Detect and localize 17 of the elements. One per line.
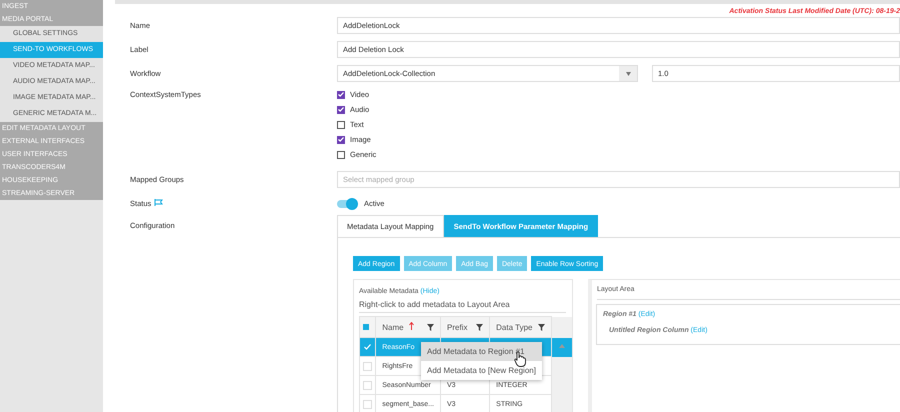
select-all-checkbox[interactable]	[363, 324, 369, 330]
checkbox[interactable]	[337, 106, 345, 114]
filter-icon[interactable]	[476, 324, 484, 330]
sort-arrow-icon	[408, 322, 414, 330]
checkbox[interactable]	[337, 150, 345, 158]
status-toggle[interactable]	[337, 200, 357, 208]
column-header[interactable]: Prefix	[440, 316, 490, 338]
column-header[interactable]: Data Type	[490, 316, 552, 338]
checkbox[interactable]	[337, 90, 345, 98]
flag-icon	[154, 199, 164, 206]
caret-icon	[626, 72, 630, 76]
checkbox[interactable]	[337, 136, 345, 144]
column-header[interactable]: Name	[376, 316, 441, 338]
filter-icon[interactable]	[427, 324, 434, 330]
hint-text: Right-click to add metadata to Layout Area	[359, 300, 566, 313]
checkbox[interactable]	[337, 120, 345, 128]
filter-icon[interactable]	[538, 324, 546, 330]
